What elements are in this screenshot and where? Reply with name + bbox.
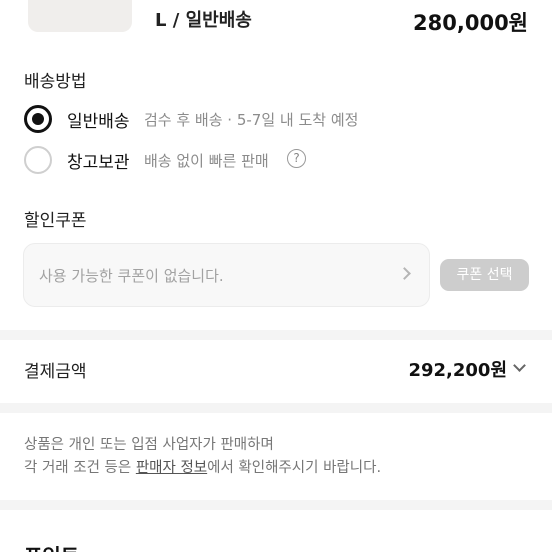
shipping-option-storage-description: 배송 없이 빠른 판매 [144,152,269,170]
coupon-select-button[interactable]: 쿠폰 선택 [440,259,529,291]
chevron-down-icon[interactable] [513,359,526,372]
seller-notice-suffix: 에서 확인해주시기 바랍니다. [207,460,382,476]
section-divider [0,330,552,340]
seller-notice: 상품은 개인 또는 입점 사업자가 판매하며 각 거래 조건 등은 판매자 정보… [24,434,381,480]
shipping-option-storage-radio[interactable] [24,146,52,174]
payment-total-label: 결제금액 [24,362,87,382]
order-item-row: L / 일반배송 280,000원 [0,0,552,40]
product-thumbnail [28,0,132,32]
help-icon[interactable]: ? [287,149,306,168]
payment-total-amount[interactable]: 292,200원 [408,356,507,382]
shipping-section-title: 배송방법 [24,72,87,92]
coupon-placeholder: 사용 가능한 쿠폰이 없습니다. [39,267,224,285]
points-section-title: 포인트 [24,540,79,552]
seller-notice-line1: 상품은 개인 또는 입점 사업자가 판매하며 [24,437,274,453]
product-option: L / 일반배송 [155,10,252,31]
shipping-option-storage-label[interactable]: 창고보관 [67,148,130,173]
product-price: 280,000원 [413,11,528,35]
section-divider [0,403,552,413]
chevron-right-icon [398,267,411,280]
radio-selected-dot [32,113,44,125]
seller-notice-line2: 각 거래 조건 등은 판매자 정보에서 확인해주시기 바랍니다. [24,457,381,480]
coupon-section-title: 할인쿠폰 [24,211,87,231]
shipping-option-normal-label[interactable]: 일반배송 [67,107,130,132]
shipping-option-normal-description: 검수 후 배송 · 5-7일 내 도착 예정 [144,111,359,129]
seller-info-link[interactable]: 판매자 정보 [136,460,207,476]
coupon-select-field[interactable]: 사용 가능한 쿠폰이 없습니다. [23,243,430,307]
shipping-option-normal-radio[interactable] [24,105,52,133]
seller-notice-prefix: 각 거래 조건 등은 [24,460,136,476]
section-divider [0,500,552,510]
